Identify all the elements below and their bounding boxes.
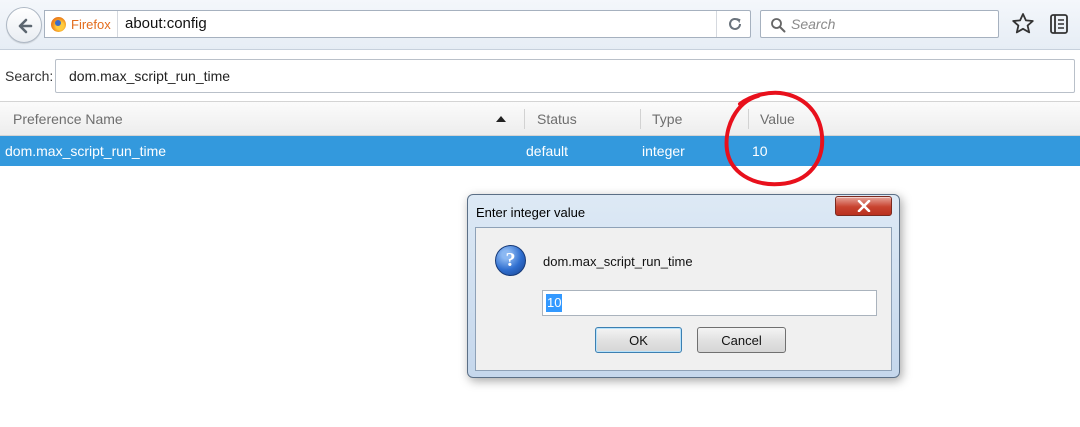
selected-input-text: 10 [546,294,563,312]
hamburger-menu-icon [1050,14,1068,34]
enter-integer-dialog: Enter integer value ? dom.max_script_run… [467,194,900,378]
identity-label: Firefox [71,16,111,32]
ok-button[interactable]: OK [595,327,682,353]
preference-type-cell: integer [642,143,685,159]
preference-table-header: Preference Name Status Type Value [0,101,1080,136]
identity-box[interactable]: Firefox [51,11,118,37]
back-arrow-icon [18,18,33,34]
url-bar[interactable]: Firefox about:config [44,10,751,38]
bookmark-button[interactable] [1010,11,1036,37]
url-text[interactable]: about:config [125,11,207,37]
bookmarks-menu-button[interactable] [1046,11,1072,37]
column-header-value[interactable]: Value [760,102,795,136]
dialog-title: Enter integer value [476,205,586,220]
search-bar[interactable]: Search [760,10,999,38]
config-search-label: Search: [5,68,54,84]
column-header-status[interactable]: Status [537,102,577,136]
firefox-icon [51,16,66,32]
column-divider[interactable] [524,109,525,129]
navigation-toolbar: Firefox about:config Search [0,0,1080,50]
back-button[interactable] [6,7,42,43]
column-divider[interactable] [748,109,749,129]
preference-status-cell: default [526,143,569,159]
column-header-type[interactable]: Type [652,102,682,136]
dialog-content: ? dom.max_script_run_time 10 OK Cancel [475,227,892,371]
preference-name-cell: dom.max_script_run_time [5,143,167,159]
close-icon [857,200,871,212]
preference-value-cell: 10 [752,143,768,159]
integer-value-input[interactable] [542,290,877,316]
cancel-button[interactable]: Cancel [697,327,786,353]
column-header-preference-name[interactable]: Preference Name [13,102,123,136]
reload-button[interactable] [716,11,750,37]
search-icon [771,18,786,33]
table-row[interactable]: dom.max_script_run_time default integer … [0,136,1080,166]
column-divider[interactable] [640,109,641,129]
question-icon: ? [495,245,526,276]
dialog-message: dom.max_script_run_time [543,254,693,269]
search-placeholder: Search [791,16,836,32]
star-icon [1012,13,1034,34]
config-search-input[interactable] [55,59,1075,93]
config-search-row: Search: [0,51,1080,101]
dialog-close-button[interactable] [835,196,892,216]
reload-icon [729,17,741,30]
sort-ascending-icon [496,116,506,122]
